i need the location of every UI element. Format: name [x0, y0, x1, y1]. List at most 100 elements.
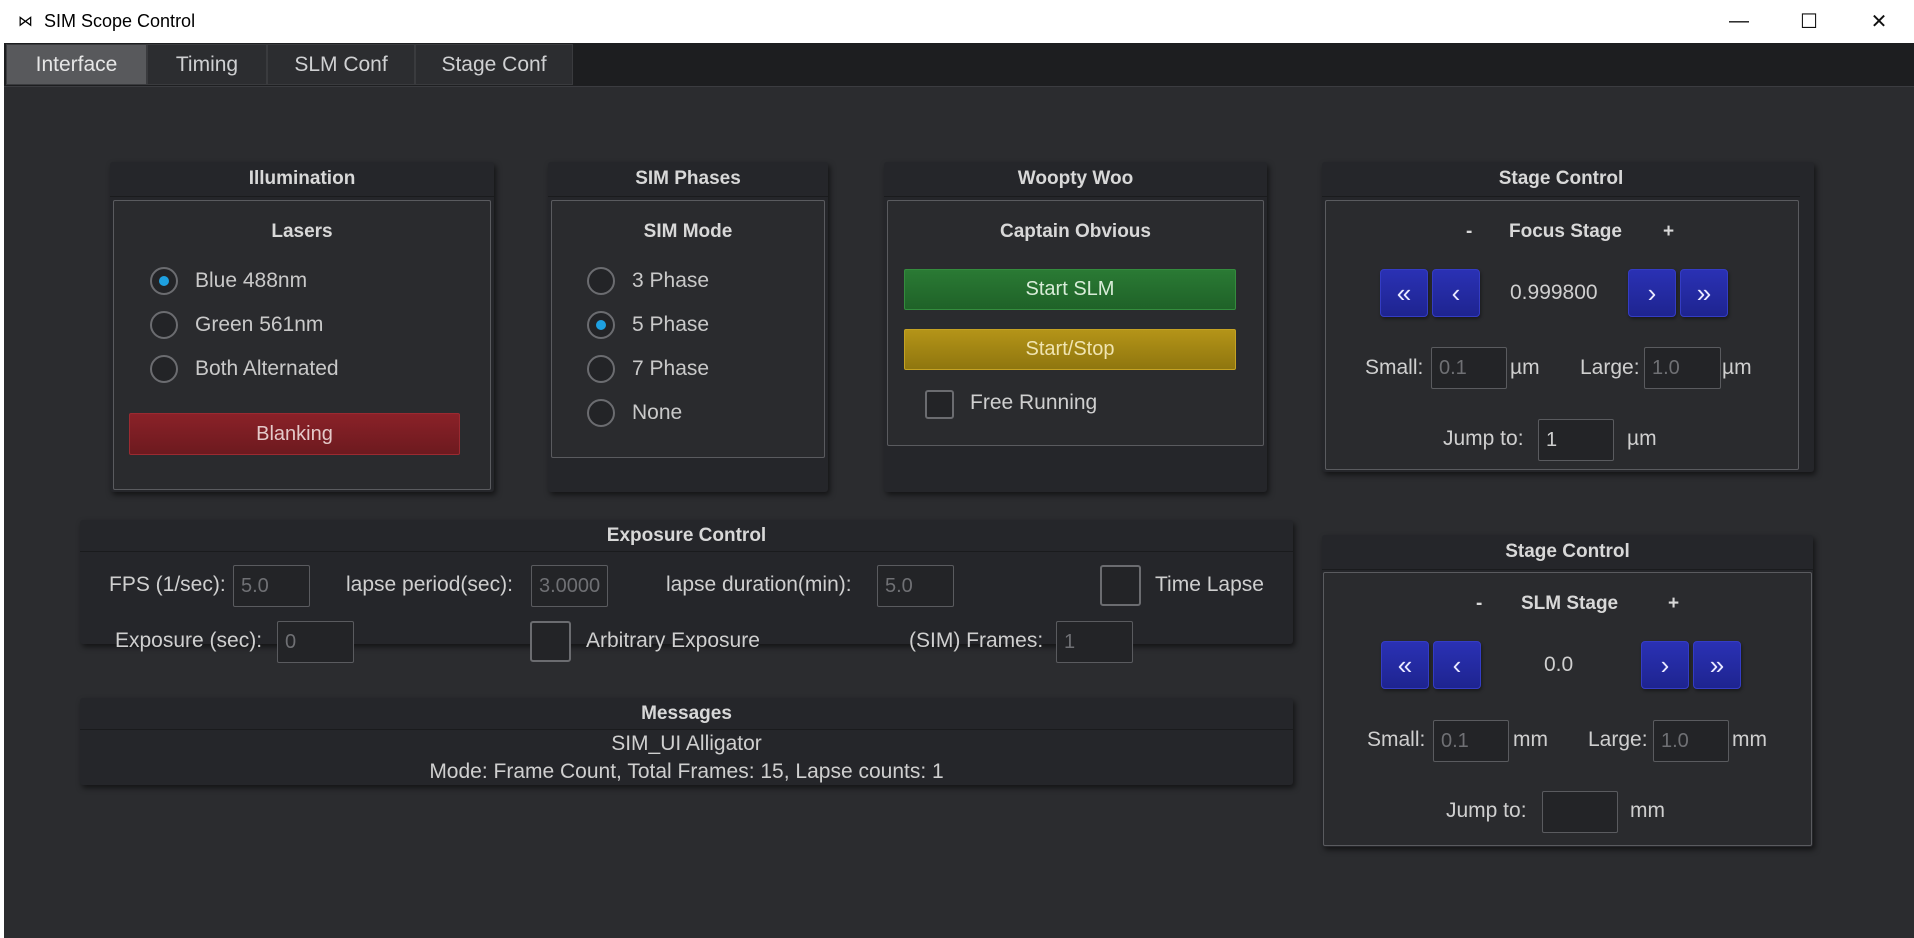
lasers-title: Lasers	[271, 221, 333, 242]
focus-large-unit: µm	[1722, 356, 1752, 379]
focus-large-label: Large:	[1580, 356, 1640, 379]
exposure-control-group: Exposure Control FPS (1/sec): 5.0 lapse …	[80, 520, 1293, 663]
slm-position-readout: 0.0	[1544, 653, 1574, 676]
focus-jump-label: Jump to:	[1443, 427, 1524, 450]
focus-jump-input[interactable]: 1	[1538, 419, 1614, 461]
focus-fast-forward-button[interactable]: »	[1680, 269, 1728, 317]
message-line: Mode: Frame Count, Total Frames: 15, Lap…	[429, 760, 944, 783]
slm-large-step-input[interactable]: 1.0	[1653, 720, 1729, 762]
focus-fast-back-button[interactable]: «	[1380, 269, 1428, 317]
slm-fast-back-button[interactable]: «	[1381, 641, 1429, 689]
free-running-label: Free Running	[970, 391, 1098, 414]
blanking-button[interactable]: Blanking	[129, 413, 460, 455]
fps-label: FPS (1/sec):	[109, 573, 226, 596]
sim-mode-box: SIM Mode 3 Phase 5 Phase 7 Phase None	[551, 200, 825, 458]
focus-large-step-input[interactable]: 1.0	[1644, 347, 1721, 389]
radio-7-phase[interactable]: 7 Phase	[587, 355, 709, 383]
slm-stage-label: SLM Stage	[1521, 593, 1619, 614]
slm-small-unit: mm	[1513, 728, 1548, 751]
woopty-woo-group: Woopty Woo Captain Obvious Start SLM Sta…	[884, 162, 1267, 492]
radio-green-561[interactable]: Green 561nm	[150, 311, 323, 339]
lapse-duration-input[interactable]: 5.0	[877, 565, 954, 607]
radio-checked-icon	[587, 311, 615, 339]
messages-title: Messages	[80, 698, 1293, 730]
slm-jump-unit: mm	[1630, 799, 1665, 822]
free-running-checkbox[interactable]	[925, 390, 954, 419]
tab-interface[interactable]: Interface	[6, 44, 147, 85]
start-stop-button[interactable]: Start/Stop	[904, 329, 1236, 370]
radio-unchecked-icon	[150, 311, 178, 339]
slm-forward-button[interactable]: ›	[1641, 641, 1689, 689]
interface-panel: Illumination Lasers Blue 488nm Green 561…	[4, 86, 1914, 938]
woopty-woo-title: Woopty Woo	[884, 162, 1267, 197]
focus-stage-group: Stage Control - Focus Stage + « ‹ 0.9998…	[1322, 162, 1814, 472]
focus-small-step-input[interactable]: 0.1	[1431, 347, 1507, 389]
radio-5-phase[interactable]: 5 Phase	[587, 311, 709, 339]
radio-label: Green 561nm	[195, 313, 324, 336]
slm-small-label: Small:	[1367, 728, 1426, 751]
slm-large-unit: mm	[1732, 728, 1767, 751]
slm-jump-input[interactable]	[1542, 791, 1618, 833]
exposure-label: Exposure (sec):	[115, 629, 263, 652]
title-bar: ⋈ SIM Scope Control — ☐ ✕	[0, 0, 1914, 43]
fps-input[interactable]: 5.0	[233, 565, 310, 607]
sim-phases-title: SIM Phases	[548, 162, 828, 197]
radio-label: Blue 488nm	[195, 269, 308, 292]
slm-small-step-input[interactable]: 0.1	[1433, 720, 1509, 762]
focus-forward-button[interactable]: ›	[1628, 269, 1676, 317]
arbitrary-exposure-label: Arbitrary Exposure	[586, 629, 760, 652]
start-slm-button[interactable]: Start SLM	[904, 269, 1236, 310]
lapse-period-input[interactable]: 3.0000	[531, 565, 608, 607]
tab-stage-conf[interactable]: Stage Conf	[415, 44, 573, 85]
radio-blue-488[interactable]: Blue 488nm	[150, 267, 307, 295]
arbitrary-exposure-checkbox[interactable]	[530, 621, 571, 662]
radio-label: Both Alternated	[195, 357, 339, 380]
radio-checked-icon	[150, 267, 178, 295]
slm-stage-group: Stage Control - SLM Stage + « ‹ 0.0 › » …	[1322, 535, 1813, 847]
slm-large-label: Large:	[1588, 728, 1648, 751]
focus-plus-label: +	[1663, 221, 1675, 242]
sim-frames-input[interactable]: 1	[1056, 621, 1133, 663]
time-lapse-checkbox[interactable]	[1100, 565, 1141, 606]
time-lapse-label: Time Lapse	[1155, 573, 1264, 596]
radio-3-phase[interactable]: 3 Phase	[587, 267, 709, 295]
focus-small-unit: µm	[1510, 356, 1540, 379]
tab-bar: Interface Timing SLM Conf Stage Conf	[4, 43, 1914, 86]
slm-stage-control-title: Stage Control	[1322, 535, 1813, 570]
radio-unchecked-icon	[587, 355, 615, 383]
focus-stage-box: - Focus Stage + « ‹ 0.999800 › » Small: …	[1325, 200, 1799, 470]
tab-timing[interactable]: Timing	[147, 44, 267, 85]
radio-label: None	[632, 401, 683, 424]
focus-jump-unit: µm	[1627, 427, 1657, 450]
maximize-icon[interactable]: ☐	[1774, 0, 1844, 43]
radio-none[interactable]: None	[587, 399, 682, 427]
radio-unchecked-icon	[587, 399, 615, 427]
bowtie-app-icon: ⋈	[18, 13, 33, 30]
illumination-title: Illumination	[110, 162, 494, 197]
slm-back-button[interactable]: ‹	[1433, 641, 1481, 689]
radio-label: 7 Phase	[632, 357, 710, 380]
captain-obvious-title: Captain Obvious	[1000, 221, 1151, 242]
radio-label: 3 Phase	[632, 269, 710, 292]
close-icon[interactable]: ✕	[1844, 0, 1914, 43]
slm-jump-label: Jump to:	[1446, 799, 1527, 822]
minimize-icon[interactable]: —	[1704, 0, 1774, 43]
sim-frames-label: (SIM) Frames:	[909, 629, 1044, 652]
slm-minus-label: -	[1476, 593, 1483, 614]
radio-both-alternated[interactable]: Both Alternated	[150, 355, 339, 383]
exposure-input[interactable]: 0	[277, 621, 354, 663]
focus-back-button[interactable]: ‹	[1432, 269, 1480, 317]
slm-fast-forward-button[interactable]: »	[1693, 641, 1741, 689]
focus-stage-label: Focus Stage	[1509, 221, 1622, 242]
lasers-box: Lasers Blue 488nm Green 561nm Both Alter…	[113, 200, 491, 490]
slm-stage-box: - SLM Stage + « ‹ 0.0 › » Small: 0.1 mm …	[1323, 572, 1812, 846]
exposure-control-title: Exposure Control	[80, 520, 1293, 552]
messages-group: Messages SIM_UI Alligator Mode: Frame Co…	[80, 698, 1293, 785]
illumination-group: Illumination Lasers Blue 488nm Green 561…	[110, 162, 494, 492]
message-line: SIM_UI Alligator	[611, 732, 762, 755]
radio-label: 5 Phase	[632, 313, 710, 336]
tab-slm-conf[interactable]: SLM Conf	[267, 44, 415, 85]
focus-small-label: Small:	[1365, 356, 1424, 379]
slm-plus-label: +	[1668, 593, 1680, 614]
focus-position-readout: 0.999800	[1510, 281, 1598, 304]
